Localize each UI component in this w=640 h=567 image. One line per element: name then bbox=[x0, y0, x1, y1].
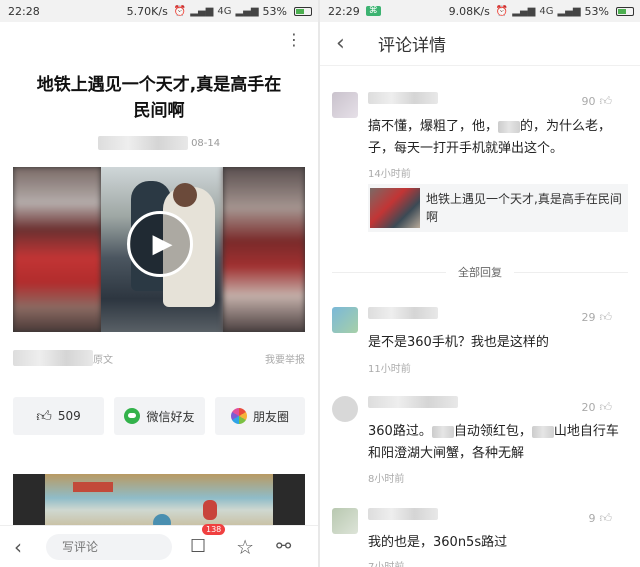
network-speed: 9.08K/s bbox=[448, 4, 490, 18]
all-replies-divider: 全部回复 bbox=[332, 263, 628, 281]
share-wechat-button[interactable]: 微信好友 bbox=[114, 397, 205, 435]
status-time: 22:28 bbox=[8, 4, 40, 18]
comment-text: 搞不懂，爆粗了，他， 的，为什么老，子，每天一打开手机就弹出这个。 bbox=[368, 116, 630, 160]
source-suffix[interactable]: 原文 bbox=[93, 351, 113, 366]
hotspot-icon: ⌘ bbox=[365, 6, 381, 16]
like-button[interactable]: 👍︎ 509 bbox=[13, 397, 104, 435]
reply-time: 11小时前 bbox=[368, 364, 411, 375]
alarm-icon: ⏰ bbox=[173, 5, 187, 17]
moments-label: 朋友圈 bbox=[252, 409, 289, 424]
blurred-username[interactable] bbox=[368, 508, 438, 520]
status-bar: 22:28 5.70K/s ⏰ ▂▄▆ 4G ▂▄▆ 53% bbox=[0, 0, 318, 22]
share-moments-button[interactable]: 朋友圈 bbox=[215, 397, 305, 435]
thumbs-up-icon: 👍︎ bbox=[599, 511, 612, 525]
reply-text-part: 360路过。 bbox=[368, 424, 432, 439]
quoted-article-title: 地铁上遇见一个天才,真是高手在民间啊 bbox=[426, 192, 622, 224]
battery-percent: 53% bbox=[262, 4, 287, 18]
like-count: 90 bbox=[581, 95, 596, 108]
comment-icon[interactable]: ☐ 138 bbox=[190, 524, 226, 557]
blurred-word bbox=[498, 120, 521, 133]
share-icon[interactable]: ⚯ bbox=[276, 536, 291, 557]
reply-text: 360路过。 自动领红包， 山地自行车和阳澄湖大闸蟹，各种无解 bbox=[368, 421, 630, 465]
status-time: 22:29 bbox=[328, 4, 360, 18]
blurred-author bbox=[97, 136, 188, 150]
article-date: 08-14 bbox=[191, 138, 221, 149]
blurred-username[interactable] bbox=[368, 307, 438, 319]
source-row: 原文 我要举报 bbox=[13, 350, 305, 366]
blurred-source bbox=[13, 350, 93, 366]
signal-icon: ▂▄▆ bbox=[557, 5, 581, 17]
play-icon[interactable]: ▶ bbox=[127, 211, 193, 277]
like-counter[interactable]: 90 👍︎ bbox=[581, 94, 612, 109]
page-title: 评论详情 bbox=[378, 36, 446, 56]
article-screen: 22:28 5.70K/s ⏰ ▂▄▆ 4G ▂▄▆ 53% ⋮ 地铁上遇见一个… bbox=[0, 0, 318, 567]
reply-time: 7小时前 bbox=[368, 558, 404, 567]
reply-text: 是不是360手机？我也是这样的 bbox=[368, 335, 549, 350]
network-type: 4G bbox=[217, 5, 232, 17]
wechat-icon bbox=[124, 408, 141, 424]
back-icon[interactable]: ‹ bbox=[336, 31, 358, 56]
article-thumbnail bbox=[370, 188, 420, 228]
blurred-username[interactable] bbox=[368, 396, 458, 408]
comment-time: 14小时前 bbox=[368, 169, 411, 180]
thumbs-up-icon: 👍︎ bbox=[599, 94, 612, 108]
blurred-username[interactable] bbox=[368, 92, 438, 104]
like-count: 20 bbox=[581, 401, 596, 414]
favorite-star-icon[interactable]: ☆ bbox=[236, 535, 254, 559]
like-counter[interactable]: 20 👍︎ bbox=[581, 400, 612, 415]
signal-icon: ▂▄▆ bbox=[235, 5, 259, 17]
status-bar: 22:29 ⌘ 9.08K/s ⏰ ▂▄▆ 4G ▂▄▆ 53% bbox=[320, 0, 640, 22]
like-counter[interactable]: 9 👍︎ bbox=[588, 511, 612, 526]
avatar[interactable] bbox=[332, 307, 358, 333]
avatar[interactable] bbox=[332, 508, 358, 534]
like-count: 509 bbox=[57, 409, 81, 423]
blurred-word bbox=[431, 425, 454, 438]
battery-percent: 53% bbox=[584, 4, 609, 18]
alarm-icon: ⏰ bbox=[495, 5, 509, 17]
article-title: 地铁上遇见一个天才,真是高手在民间啊 bbox=[36, 75, 282, 121]
avatar[interactable] bbox=[332, 396, 358, 422]
reply-time: 8小时前 bbox=[368, 474, 405, 485]
video-player[interactable]: ▶ bbox=[13, 167, 305, 332]
battery-icon bbox=[613, 6, 634, 16]
comment-count-badge: 138 bbox=[202, 524, 226, 535]
network-type: 4G bbox=[539, 5, 554, 17]
network-speed: 5.70K/s bbox=[126, 4, 168, 18]
wechat-label: 微信好友 bbox=[146, 409, 195, 424]
comment-input[interactable] bbox=[46, 533, 172, 560]
comment-text-part: 搞不懂，爆粗了，他， bbox=[368, 119, 499, 134]
more-options-icon[interactable]: ⋮ bbox=[286, 30, 302, 49]
all-replies-label: 全部回复 bbox=[458, 266, 502, 279]
signal-icon: ▂▄▆ bbox=[190, 5, 214, 17]
top-navigation: ‹ 评论详情 bbox=[320, 22, 640, 66]
thumbs-up-icon: 👍︎ bbox=[599, 400, 612, 414]
bottom-bar: ‹ ☐138 ☆ ⚯ bbox=[0, 524, 318, 567]
back-icon[interactable]: ‹ bbox=[14, 535, 38, 559]
thumbs-up-icon: 👍︎ bbox=[599, 310, 612, 324]
reply-text: 我的也是，360n5s路过 bbox=[368, 535, 508, 550]
battery-icon bbox=[291, 6, 312, 16]
moments-icon bbox=[230, 408, 247, 424]
report-link[interactable]: 我要举报 bbox=[265, 351, 305, 366]
like-counter[interactable]: 29 👍︎ bbox=[581, 310, 612, 325]
like-count: 29 bbox=[581, 311, 596, 324]
reply-text-part: 自动领红包， bbox=[453, 424, 532, 439]
blurred-word bbox=[531, 425, 554, 438]
like-count: 9 bbox=[588, 512, 596, 525]
thumbs-up-icon: 👍︎ bbox=[36, 406, 52, 425]
quoted-article-card[interactable]: 地铁上遇见一个天才,真是高手在民间啊 bbox=[368, 184, 628, 232]
avatar[interactable] bbox=[332, 92, 358, 118]
article-meta: 08-14 bbox=[0, 136, 318, 150]
signal-icon: ▂▄▆ bbox=[512, 5, 536, 17]
